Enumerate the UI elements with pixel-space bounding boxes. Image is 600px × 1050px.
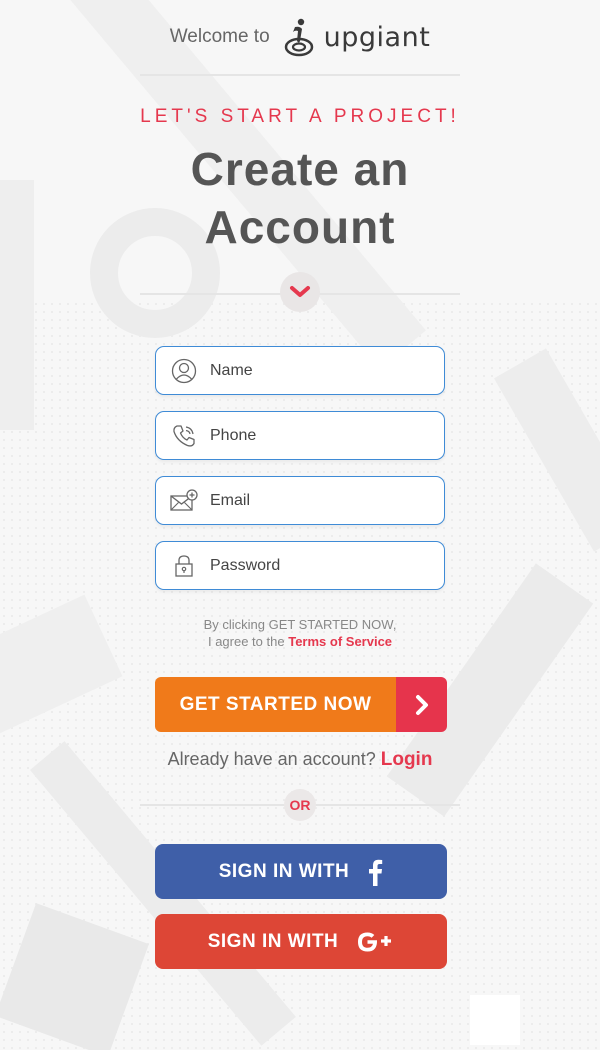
title-line-1: Create an bbox=[190, 143, 410, 195]
google-plus-signin-button[interactable]: SIGN IN WITH bbox=[155, 914, 447, 969]
logo-icon bbox=[284, 17, 314, 57]
page-title: Create an Account bbox=[140, 140, 460, 256]
welcome-text: Welcome to bbox=[169, 26, 270, 47]
login-link[interactable]: Login bbox=[381, 749, 433, 770]
or-divider: OR bbox=[140, 789, 460, 821]
mail-plus-icon bbox=[162, 476, 206, 525]
password-field[interactable] bbox=[155, 541, 445, 590]
title-line-2: Account bbox=[204, 201, 396, 253]
kicker-text: LET'S START A PROJECT! bbox=[140, 106, 460, 127]
google-plus-icon bbox=[356, 930, 394, 954]
name-input[interactable] bbox=[210, 361, 430, 380]
email-input[interactable] bbox=[210, 491, 430, 510]
get-started-label: GET STARTED NOW bbox=[155, 677, 396, 732]
user-icon bbox=[162, 346, 206, 395]
facebook-signin-label: SIGN IN WITH bbox=[218, 860, 350, 882]
login-prompt: Already have an account? Login bbox=[140, 749, 460, 771]
password-input[interactable] bbox=[210, 556, 430, 575]
name-field[interactable] bbox=[155, 346, 445, 395]
login-prompt-text: Already have an account? bbox=[167, 749, 376, 769]
lock-icon bbox=[162, 541, 206, 590]
terms-notice: By clicking GET STARTED NOW, I agree to … bbox=[140, 616, 460, 650]
header: Welcome to upgiant bbox=[140, 0, 460, 76]
chevron-down-icon bbox=[280, 272, 320, 312]
chevron-right-icon bbox=[396, 677, 447, 732]
or-label: OR bbox=[284, 789, 316, 821]
terms-line-2: I agree to the bbox=[207, 634, 285, 649]
logo-text: upgiant bbox=[323, 21, 431, 53]
terms-line-1: By clicking GET STARTED NOW, bbox=[203, 617, 397, 632]
google-plus-signin-label: SIGN IN WITH bbox=[207, 930, 339, 952]
email-field[interactable] bbox=[155, 476, 445, 525]
signup-form bbox=[140, 346, 460, 590]
facebook-signin-button[interactable]: SIGN IN WITH bbox=[155, 844, 447, 899]
facebook-icon bbox=[367, 858, 383, 886]
phone-input[interactable] bbox=[210, 426, 430, 445]
phone-icon bbox=[162, 411, 206, 460]
get-started-button[interactable]: GET STARTED NOW bbox=[155, 677, 447, 732]
terms-of-service-link[interactable]: Terms of Service bbox=[288, 634, 392, 649]
section-divider bbox=[140, 272, 460, 316]
signup-panel: Welcome to upgiant LET'S START A PROJECT… bbox=[140, 0, 460, 969]
phone-field[interactable] bbox=[155, 411, 445, 460]
